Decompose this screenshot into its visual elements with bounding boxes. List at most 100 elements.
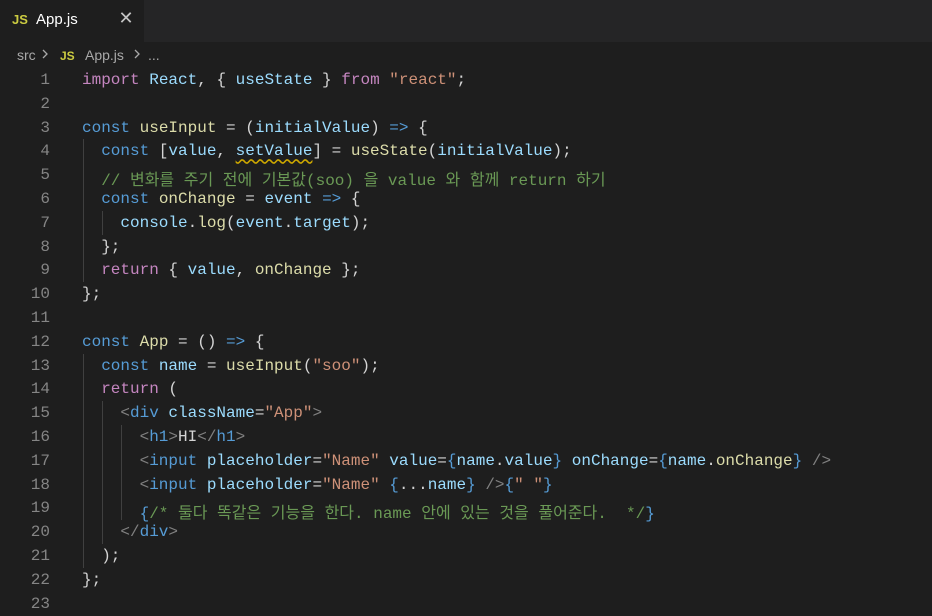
code-token: , { [197,71,236,89]
indent-guide [83,544,84,568]
code-token: { [408,118,428,137]
breadcrumb-file[interactable]: App.js [85,47,124,63]
code-token: [ [149,142,169,161]
breadcrumb-symbol[interactable]: ... [148,47,160,63]
code-token: . [283,213,294,232]
code-token: const [82,118,131,137]
code-line[interactable]: 14 return ( [0,377,932,401]
code-token: . [706,451,716,470]
code-token: </ [197,428,217,446]
code-token: const [101,356,150,375]
code-token: div [130,404,159,423]
code-line[interactable]: 10}; [0,282,932,306]
code-token: < [139,451,150,470]
code-token: setValue [235,142,313,161]
code-line[interactable]: 13 const name = useInput("soo"); [0,354,932,378]
code-token: value [389,451,438,470]
code-token: , [235,261,255,280]
code-token: }; [331,261,361,280]
code-text: const App = () => { [82,333,264,351]
code-token: = ( [216,118,255,137]
code-token: useInput [139,118,217,137]
code-line[interactable]: 12 const App = () => { [0,330,932,354]
code-line[interactable]: 15 <div className="App"> [0,401,932,425]
code-line[interactable]: 17 <input placeholder="Name" value={name.… [0,449,932,473]
code-token: { [341,190,361,208]
code-token: /> [485,475,505,494]
code-token: onChange [158,190,236,208]
code-token: = [312,475,323,494]
line-number: 19 [30,499,50,518]
code-token: name [456,451,495,470]
code-token: < [120,404,130,423]
code-text: }; [82,571,101,589]
code-line[interactable]: 23 [0,592,932,616]
code-line[interactable]: 7 console.log(event.target); [0,211,932,235]
code-token: const [82,332,131,351]
indent-guide [83,472,84,497]
code-text: ); [101,547,120,565]
code-token: React [149,71,198,89]
code-token: return [101,261,159,280]
line-number: 17 [30,451,50,470]
code-line[interactable]: 3 const useInput = (initialValue) => { [0,116,932,140]
code-line[interactable]: 6 const onChange = event => { [0,187,932,211]
line-number: 16 [30,428,50,446]
code-token: console [120,213,188,232]
line-number: 1 [40,71,50,89]
line-number: 21 [30,547,50,565]
code-line[interactable]: 9 return { value, onChange }; [0,258,932,282]
code-token: return [101,380,159,399]
code-token: "soo" [312,356,361,375]
code-line[interactable]: 16 <h1>HI</h1> [0,425,932,449]
code-text: }; [82,285,101,303]
code-line[interactable]: 1 import React, { useState } from "react"… [0,68,932,92]
code-line[interactable]: 11 [0,306,932,330]
code-line[interactable]: 19 {/* 둘다 똑같은 기능을 한다. name 안에 있는 것을 풀어준다.… [0,496,932,523]
code-line[interactable]: 20 </div> [0,520,932,544]
code-editor[interactable]: 1 import React, { useState } from "react"… [0,68,932,613]
code-token: name [158,356,198,375]
code-token: => [226,332,246,351]
code-token: } [466,475,476,494]
code-token: " " [514,475,543,494]
indent-guide [83,353,84,378]
code-line[interactable]: 22}; [0,568,932,592]
line-number: 8 [40,237,50,256]
code-token: . [187,213,198,232]
close-icon[interactable]: ✕ [117,8,135,30]
code-token: = [648,451,659,470]
code-token: useInput [226,356,303,375]
indent-guide [102,496,104,521]
code-line[interactable]: 8}; [0,235,932,259]
code-line[interactable]: 18 <input placeholder="Name" {...name} />… [0,473,932,497]
indent-guide [102,472,104,497]
tab-bar: JS App.js ✕ [0,0,932,42]
indent-guide [102,425,104,449]
line-number: 22 [30,570,50,589]
code-token: ] = [312,142,351,161]
code-line[interactable]: 2 [0,92,932,116]
code-text: const [value, setValue] = useState(initi… [101,142,572,160]
indent-guide [102,210,104,235]
code-token: placeholder [206,451,313,470]
code-token: initialValue [254,118,371,137]
code-text: }; [101,238,120,256]
code-text: const name = useInput("soo"); [101,357,379,375]
tab-app-js[interactable]: JS App.js ✕ [0,0,144,42]
code-line[interactable]: 21); [0,544,932,568]
indent-guide [121,425,123,449]
code-line[interactable]: 4 const [value, setValue] = useState(init… [0,139,932,163]
code-text: const useInput = (initialValue) => { [82,119,428,137]
code-token: input [149,451,198,470]
code-line[interactable]: 5// 변화를 주기 전에 기본값(soo) 을 value 와 함께 retu… [0,163,932,190]
breadcrumb-folder[interactable]: src [17,47,36,63]
line-number: 10 [30,285,50,304]
indent-guide [83,448,84,473]
code-token: = [254,404,265,423]
